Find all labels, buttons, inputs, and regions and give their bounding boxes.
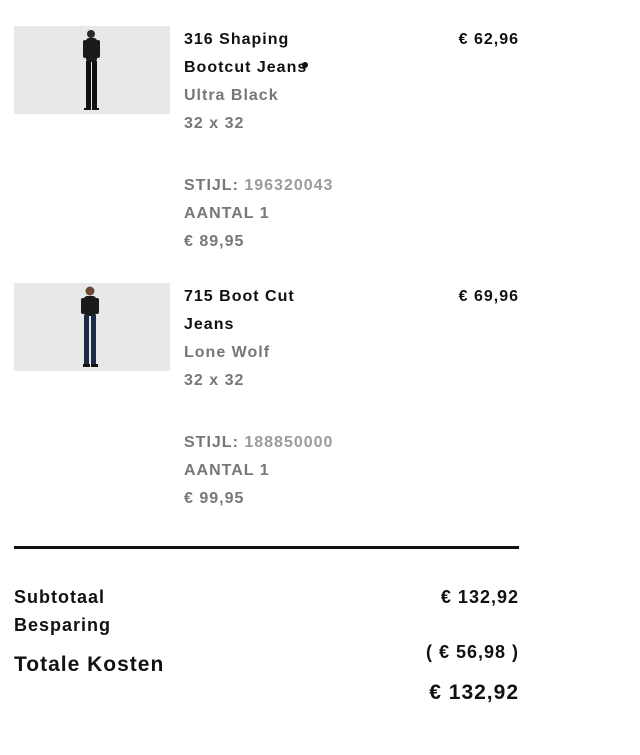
divider <box>14 546 519 549</box>
item-quantity: AANTAL 1 <box>184 205 270 222</box>
item-quantity: AANTAL 1 <box>184 462 270 479</box>
item-original-price: € 89,95 <box>184 233 245 250</box>
style-number: 196320043 <box>244 177 334 194</box>
item-style: STIJL: 196320043 <box>184 172 334 200</box>
item-meta: STIJL: 188850000 AANTAL 1 € 99,95 <box>184 429 334 513</box>
item-size: 32 x 32 <box>184 372 245 389</box>
item-details: 715 Boot Cut Jeans Lone Wolf 32 x 32 STI… <box>184 283 334 513</box>
mouse-cursor <box>302 62 308 68</box>
item-price: € 62,96 <box>458 31 519 48</box>
item-color: Lone Wolf <box>184 344 271 361</box>
style-label: STIJL: <box>184 177 239 194</box>
subtotal-label: Subtotaal <box>14 587 106 607</box>
item-details: 316 Shaping Bootcut Jeans Ultra Black 32… <box>184 26 334 256</box>
item-name[interactable]: 316 Shaping Bootcut Jeans <box>184 26 334 82</box>
item-price: € 69,96 <box>458 288 519 305</box>
item-color: Ultra Black <box>184 87 279 104</box>
item-style: STIJL: 188850000 <box>184 429 334 457</box>
item-name[interactable]: 715 Boot Cut Jeans <box>184 283 334 339</box>
total-label: Totale Kosten <box>14 653 165 676</box>
subtotal-value: € 132,92 <box>440 587 519 607</box>
style-number: 188850000 <box>244 434 334 451</box>
savings-value: ( € 56,98 ) <box>425 642 519 662</box>
product-photo <box>14 26 170 114</box>
savings-label: Besparing <box>14 615 112 635</box>
item-original-price: € 99,95 <box>184 490 245 507</box>
product-photo <box>14 283 170 371</box>
item-size: 32 x 32 <box>184 115 245 132</box>
style-label: STIJL: <box>184 434 239 451</box>
product-image[interactable] <box>14 26 170 114</box>
product-image[interactable] <box>14 283 170 371</box>
item-meta: STIJL: 196320043 AANTAL 1 € 89,95 <box>184 172 334 256</box>
total-value: € 132,92 <box>429 681 519 704</box>
